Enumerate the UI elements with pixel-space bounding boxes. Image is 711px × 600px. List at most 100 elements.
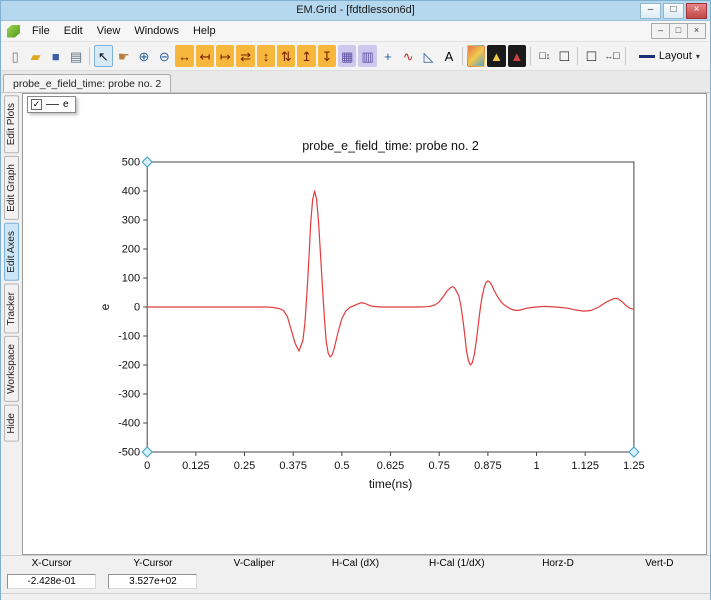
- menu-file[interactable]: File: [25, 23, 57, 39]
- mdi-window-controls: – □ ×: [651, 23, 706, 39]
- tab-bar: probe_e_field_time: probe no. 2: [1, 71, 710, 93]
- new-document-icon[interactable]: ▯: [6, 45, 24, 67]
- sidebar-tab-edit-plots[interactable]: Edit Plots: [4, 95, 19, 154]
- legend-line-sample: [46, 104, 59, 105]
- window-title: EM.Grid - [fdtdlesson6d]: [296, 4, 415, 16]
- tab-probe-e-field-time-probe-no-2[interactable]: probe_e_field_time: probe no. 2: [3, 74, 172, 92]
- fit-horizontal-icon[interactable]: ↔: [175, 45, 194, 67]
- y-tick-label: 100: [122, 273, 140, 285]
- image-icon[interactable]: [466, 45, 486, 67]
- y-tick-label: -500: [118, 447, 140, 459]
- status-value-vert-d: [609, 571, 710, 593]
- sidebar-tab-edit-axes[interactable]: Edit Axes: [4, 223, 19, 281]
- crosshair-icon[interactable]: +: [379, 45, 397, 67]
- caliper-box-icon[interactable]: ☐: [582, 45, 600, 67]
- window-controls: – □ ×: [640, 3, 707, 19]
- text-label-icon[interactable]: A: [440, 45, 458, 67]
- menu-items: File Edit View Windows Help: [25, 23, 223, 39]
- shift-right-icon[interactable]: ↦: [216, 45, 235, 67]
- axes-limits-icon[interactable]: ☐↕: [535, 45, 553, 67]
- status-header-v-caliper: V-Caliper: [233, 558, 275, 569]
- y-tick-label: 500: [122, 157, 140, 169]
- status-header-h-cal-dx: H-Cal (dX): [331, 558, 380, 569]
- status-header-vert-d: Vert-D: [645, 558, 674, 569]
- x-tick-label: 0.25: [234, 460, 255, 472]
- close-button[interactable]: ×: [686, 3, 707, 19]
- toolbar-divider: [529, 47, 531, 65]
- status-header-y-cursor: Y-Cursor: [133, 558, 173, 569]
- y-tick-label: -100: [118, 331, 140, 343]
- shift-down-icon[interactable]: ↧: [317, 45, 337, 67]
- print-icon[interactable]: ▤: [67, 45, 85, 67]
- sidebar-tab-hide[interactable]: Hide: [4, 405, 19, 442]
- chevron-down-icon: ▾: [695, 51, 700, 61]
- sidebar-tabs: Edit Plots Edit Graph Edit Axes Tracker Work…: [1, 93, 22, 555]
- app-window: EM.Grid - [fdtdlesson6d] – □ × File Edit Vie…: [0, 0, 711, 600]
- mdi-close-button[interactable]: ×: [687, 23, 706, 39]
- menu-windows[interactable]: Windows: [127, 23, 186, 39]
- mdi-restore-button[interactable]: □: [669, 23, 688, 39]
- save-icon[interactable]: ■: [47, 45, 65, 67]
- status-value-box-y-cursor[interactable]: 3.527e+02: [108, 574, 198, 589]
- layout-label: Layout: [658, 50, 692, 62]
- minimize-button[interactable]: –: [640, 3, 661, 19]
- swap-vertical-icon[interactable]: ⇅: [277, 45, 296, 67]
- status-value-horz-d: [507, 571, 608, 593]
- y-tick-label: 0: [134, 302, 140, 314]
- shift-left-icon[interactable]: ↤: [195, 45, 215, 67]
- mdi-minimize-button[interactable]: –: [651, 23, 670, 39]
- open-folder-icon[interactable]: ▰: [26, 45, 44, 67]
- contour-plot-icon[interactable]: ▲: [487, 45, 506, 67]
- grid-major-icon[interactable]: ▦: [338, 45, 357, 67]
- sidebar-tab-edit-graph[interactable]: Edit Graph: [4, 156, 19, 221]
- x-tick-label: 0.75: [428, 460, 449, 472]
- legend-box[interactable]: ✓ e: [27, 96, 76, 113]
- maximize-button[interactable]: □: [663, 3, 684, 19]
- swap-horizontal-icon[interactable]: ⇄: [236, 45, 255, 67]
- caliper-width-icon[interactable]: ↔☐: [603, 45, 621, 67]
- curve-tool-icon[interactable]: ∿: [399, 45, 417, 67]
- grid-minor-icon[interactable]: ▥: [358, 45, 377, 67]
- pointer-tool-icon[interactable]: ↖: [94, 45, 113, 67]
- zoom-in-icon[interactable]: ⊕: [135, 45, 153, 67]
- pan-hand-icon[interactable]: ☛: [115, 45, 133, 67]
- title-bar[interactable]: EM.Grid - [fdtdlesson6d] – □ ×: [1, 1, 710, 21]
- toolbar: ▯ ▰ ■ ▤ ↖ ☛ ⊕ ⊖ ↔ ↤ ↦ ⇄ ↕ ⇅ ↥ ↧ ▦ ▥ + ∿ ◺ A ▲ ▲ ☐↕ ☐ ☐ ↔☐ Layout ▾: [1, 42, 710, 71]
- x-tick-label: 0.625: [377, 460, 405, 472]
- status-value-v-caliper: [204, 571, 305, 593]
- status-value-y-cursor: 3.527e+02: [102, 571, 203, 593]
- status-value-box-x-cursor[interactable]: -2.428e-01: [7, 574, 97, 589]
- zoom-out-icon[interactable]: ⊖: [155, 45, 173, 67]
- status-value-h-cal-1-dx: [406, 571, 507, 593]
- menu-view[interactable]: View: [90, 23, 128, 39]
- sidebar-tab-workspace[interactable]: Workspace: [4, 336, 19, 403]
- main-area: Edit Plots Edit Graph Edit Axes Tracker Work…: [1, 93, 710, 555]
- x-tick-label: 1: [533, 460, 539, 472]
- chart-canvas[interactable]: probe_e_field_time: probe no. 2 time(ns) e…: [23, 94, 706, 554]
- legend-label: e: [63, 99, 69, 110]
- chart-title: probe_e_field_time: probe no. 2: [302, 139, 479, 153]
- x-tick-label: 0.5: [334, 460, 349, 472]
- y-tick-label: -300: [118, 389, 140, 401]
- layout-dropdown[interactable]: Layout ▾: [633, 48, 706, 64]
- x-axis-label: time(ns): [369, 477, 412, 491]
- y-tick-label: -400: [118, 418, 140, 430]
- slope-tool-icon[interactable]: ◺: [419, 45, 437, 67]
- status-value-h-cal-dx: [305, 571, 406, 593]
- y-tick-label: 400: [122, 186, 140, 198]
- fit-vertical-icon[interactable]: ↕: [256, 45, 276, 67]
- status-header-x-cursor: X-Cursor: [31, 558, 72, 569]
- legend-checkbox[interactable]: ✓: [31, 99, 42, 110]
- window-resize-strip: [1, 593, 710, 600]
- axes-box-icon[interactable]: ☐: [555, 45, 573, 67]
- shift-up-icon[interactable]: ↥: [297, 45, 316, 67]
- plot-content: ✓ e probe_e_field_time: probe no. 2 time(…: [22, 93, 707, 555]
- menu-help[interactable]: Help: [186, 23, 223, 39]
- status-value-row: -2.428e-01 3.527e+02: [1, 571, 710, 593]
- x-tick-label: 0: [144, 460, 150, 472]
- surface-plot-icon[interactable]: ▲: [507, 45, 526, 67]
- menu-edit[interactable]: Edit: [57, 23, 90, 39]
- app-logo-icon: [7, 24, 20, 38]
- sidebar-tab-tracker[interactable]: Tracker: [4, 283, 19, 334]
- toolbar-divider: [462, 47, 463, 65]
